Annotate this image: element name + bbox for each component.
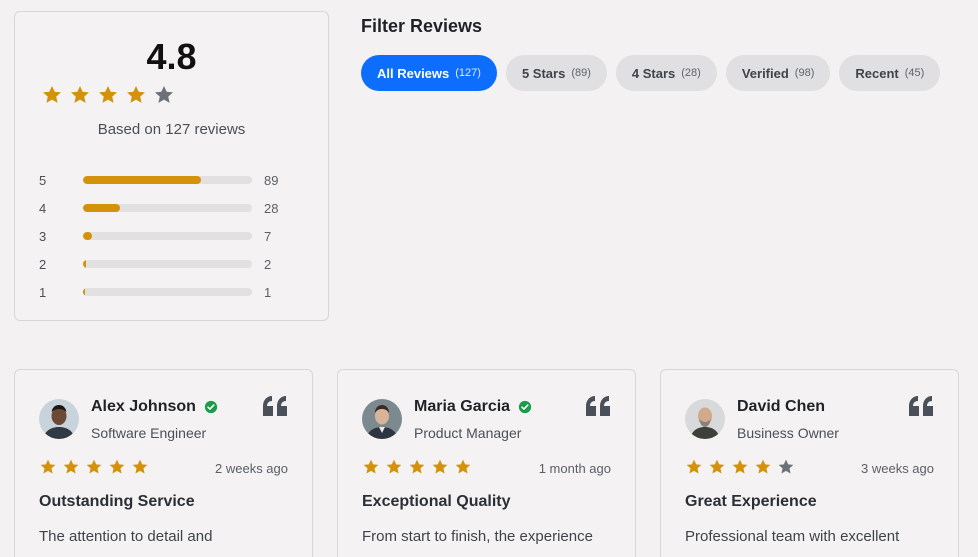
distribution-bar-fill: [83, 232, 93, 240]
star-filled-icon: [431, 458, 449, 476]
avatar: [362, 399, 402, 439]
distribution-star-label: 5: [39, 172, 47, 188]
distribution-bar: [83, 260, 252, 268]
distribution-bar: [83, 288, 252, 296]
review-text: The attention to detail and: [39, 528, 213, 545]
star-filled-icon: [69, 84, 91, 106]
star-filled-icon: [62, 458, 80, 476]
avatar: [39, 399, 79, 439]
star-filled-icon: [385, 458, 403, 476]
distribution-count: 28: [264, 200, 279, 216]
distribution-row: 37: [39, 222, 309, 250]
review-text: Professional team with excellent: [685, 528, 900, 545]
star-filled-icon: [108, 458, 126, 476]
filter-verified[interactable]: Verified (98): [725, 55, 831, 91]
reviewer-name: Maria Garcia: [414, 398, 511, 415]
filter-4-stars[interactable]: 4 Stars (28): [615, 55, 717, 91]
review-date: 2 weeks ago: [215, 461, 288, 476]
review-card: Maria Garcia Product Manager 1 month ago Ex…: [337, 369, 636, 557]
filter-count: (28): [681, 67, 701, 79]
filter-label: 5 Stars: [521, 65, 566, 81]
review-date: 1 month ago: [538, 461, 611, 476]
star-empty-icon: [153, 84, 175, 106]
filter-count: (98): [794, 67, 815, 79]
star-filled-icon: [362, 458, 380, 476]
distribution-count: 7: [264, 228, 272, 244]
star-filled-icon: [708, 458, 726, 476]
star-filled-icon: [731, 458, 749, 476]
reviewer-name: David Chen: [737, 398, 826, 415]
filter-count: (89): [571, 67, 591, 79]
rating-summary-card: 4.8 Based on 127 reviews 5 89 4 28 3 7 2 2 1 1: [14, 11, 329, 321]
distribution-bar: [83, 176, 252, 184]
distribution-star-label: 3: [39, 228, 47, 244]
distribution-bar-fill: [83, 176, 202, 184]
filter-all-reviews[interactable]: All Reviews (127): [361, 55, 497, 91]
avatar: [685, 399, 725, 439]
filter-pills: All Reviews (127) 5 Stars (89) 4 Stars (28) Ve…: [361, 55, 941, 91]
star-filled-icon: [685, 458, 703, 476]
reviewer-name: Alex Johnson: [91, 398, 196, 415]
review-title: Great Experience: [685, 493, 817, 510]
review-title: Outstanding Service: [39, 493, 195, 510]
rating-distribution: 5 89 4 28 3 7 2 2 1 1: [39, 166, 309, 306]
distribution-star-label: 4: [39, 200, 47, 216]
review-stars: [39, 458, 149, 476]
star-empty-icon: [777, 458, 795, 476]
reviewer-role: Business Owner: [737, 425, 839, 441]
star-filled-icon: [125, 84, 147, 106]
distribution-count: 1: [264, 284, 272, 300]
star-filled-icon: [85, 458, 103, 476]
distribution-bar: [83, 204, 252, 212]
filter-5-stars[interactable]: 5 Stars (89): [505, 55, 607, 91]
star-filled-icon: [39, 458, 57, 476]
quote-icon: [586, 396, 611, 416]
distribution-row: 11: [39, 278, 309, 306]
average-rating: 4.8: [146, 36, 197, 77]
review-text: From start to finish, the experience: [362, 528, 593, 545]
distribution-count: 2: [264, 256, 272, 272]
star-filled-icon: [754, 458, 772, 476]
filter-count: (127): [455, 67, 481, 79]
distribution-bar-fill: [83, 204, 121, 212]
distribution-count: 89: [264, 172, 279, 188]
review-count-text: Based on 127 reviews: [97, 121, 246, 138]
filter-label: Recent: [855, 65, 899, 81]
verified-check-icon: [518, 400, 532, 414]
review-stars: [362, 458, 472, 476]
filter-recent[interactable]: Recent (45): [839, 55, 941, 91]
distribution-star-label: 2: [39, 256, 47, 272]
review-stars: [685, 458, 795, 476]
distribution-bar-fill: [83, 288, 86, 296]
star-filled-icon: [41, 84, 63, 106]
average-stars: [41, 84, 175, 106]
star-filled-icon: [97, 84, 119, 106]
distribution-row: 4 28: [39, 194, 309, 222]
filter-label: Verified: [741, 65, 789, 81]
distribution-star-label: 1: [39, 284, 47, 300]
reviewer-role: Software Engineer: [91, 425, 207, 441]
distribution-bar: [83, 232, 252, 240]
reviewer-role: Product Manager: [414, 425, 522, 441]
distribution-bar-fill: [83, 260, 86, 268]
star-filled-icon: [408, 458, 426, 476]
filter-label: 4 Stars: [631, 65, 676, 81]
distribution-row: 22: [39, 250, 309, 278]
star-filled-icon: [131, 458, 149, 476]
verified-check-icon: [204, 400, 218, 414]
distribution-row: 5 89: [39, 166, 309, 194]
review-title: Exceptional Quality: [362, 493, 511, 510]
review-card: David Chen Business Owner 3 weeks ago Great…: [660, 369, 959, 557]
review-card: Alex Johnson Software Engineer 2 weeks ago…: [14, 369, 313, 557]
star-filled-icon: [454, 458, 472, 476]
quote-icon: [909, 396, 934, 416]
filter-label: All Reviews: [377, 65, 450, 81]
quote-icon: [263, 396, 288, 416]
filter-count: (45): [904, 67, 925, 79]
filter-title: Filter Reviews: [361, 16, 483, 36]
review-date: 3 weeks ago: [861, 461, 934, 476]
